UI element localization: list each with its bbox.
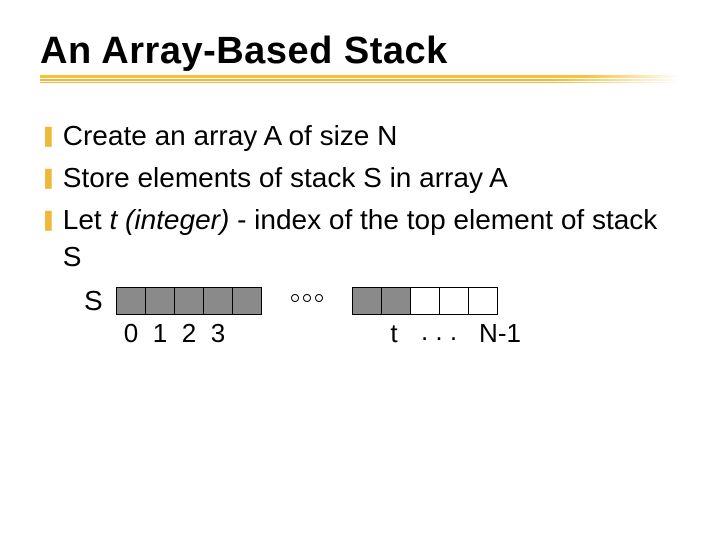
array-cell <box>468 287 498 315</box>
array-cell <box>410 287 440 315</box>
bullet-list: ❚ Create an array A of size N ❚ Store el… <box>40 117 680 276</box>
bullet-3-pre: Let <box>63 204 110 235</box>
title-underline <box>40 75 680 83</box>
array-cell <box>439 287 469 315</box>
bullet-1-text: Create an array A of size N <box>63 117 680 155</box>
array-cell <box>203 287 233 315</box>
array-cells-left <box>116 287 262 315</box>
array-ellipsis-cells <box>262 289 352 305</box>
bullet-2: ❚ Store elements of stack S in array A <box>40 159 680 197</box>
array-cell <box>116 287 146 315</box>
bullet-icon: ❚ <box>40 123 57 150</box>
idx-t: t <box>379 318 409 349</box>
idx-3: 3 <box>203 318 233 349</box>
array-name-label: S <box>84 285 116 317</box>
array-cells-right <box>352 287 498 315</box>
idx-ellipsis: . . . <box>409 316 469 347</box>
idx-n-minus-1: N-1 <box>469 318 531 349</box>
bullet-1: ❚ Create an array A of size N <box>40 117 680 155</box>
array-cell <box>174 287 204 315</box>
idx-0: 0 <box>116 318 146 349</box>
array-cell <box>232 287 262 315</box>
index-labels: 0 1 2 3 t . . . N-1 <box>84 318 680 349</box>
bullet-icon: ❚ <box>40 207 57 234</box>
bullet-2-text: Store elements of stack S in array A <box>63 159 680 197</box>
array-diagram: S 0 1 2 3 <box>84 286 680 349</box>
bullet-3-ital: t (integer) <box>109 204 229 235</box>
array-cell <box>145 287 175 315</box>
array-cell <box>352 287 382 315</box>
idx-1: 1 <box>145 318 175 349</box>
slide-title: An Array-Based Stack <box>40 30 680 73</box>
array-cell <box>381 287 411 315</box>
bullet-3: ❚ Let t (integer) - index of the top ele… <box>40 201 680 277</box>
bullet-icon: ❚ <box>40 165 57 192</box>
idx-2: 2 <box>174 318 204 349</box>
bullet-3-text: Let t (integer) - index of the top eleme… <box>63 201 680 277</box>
